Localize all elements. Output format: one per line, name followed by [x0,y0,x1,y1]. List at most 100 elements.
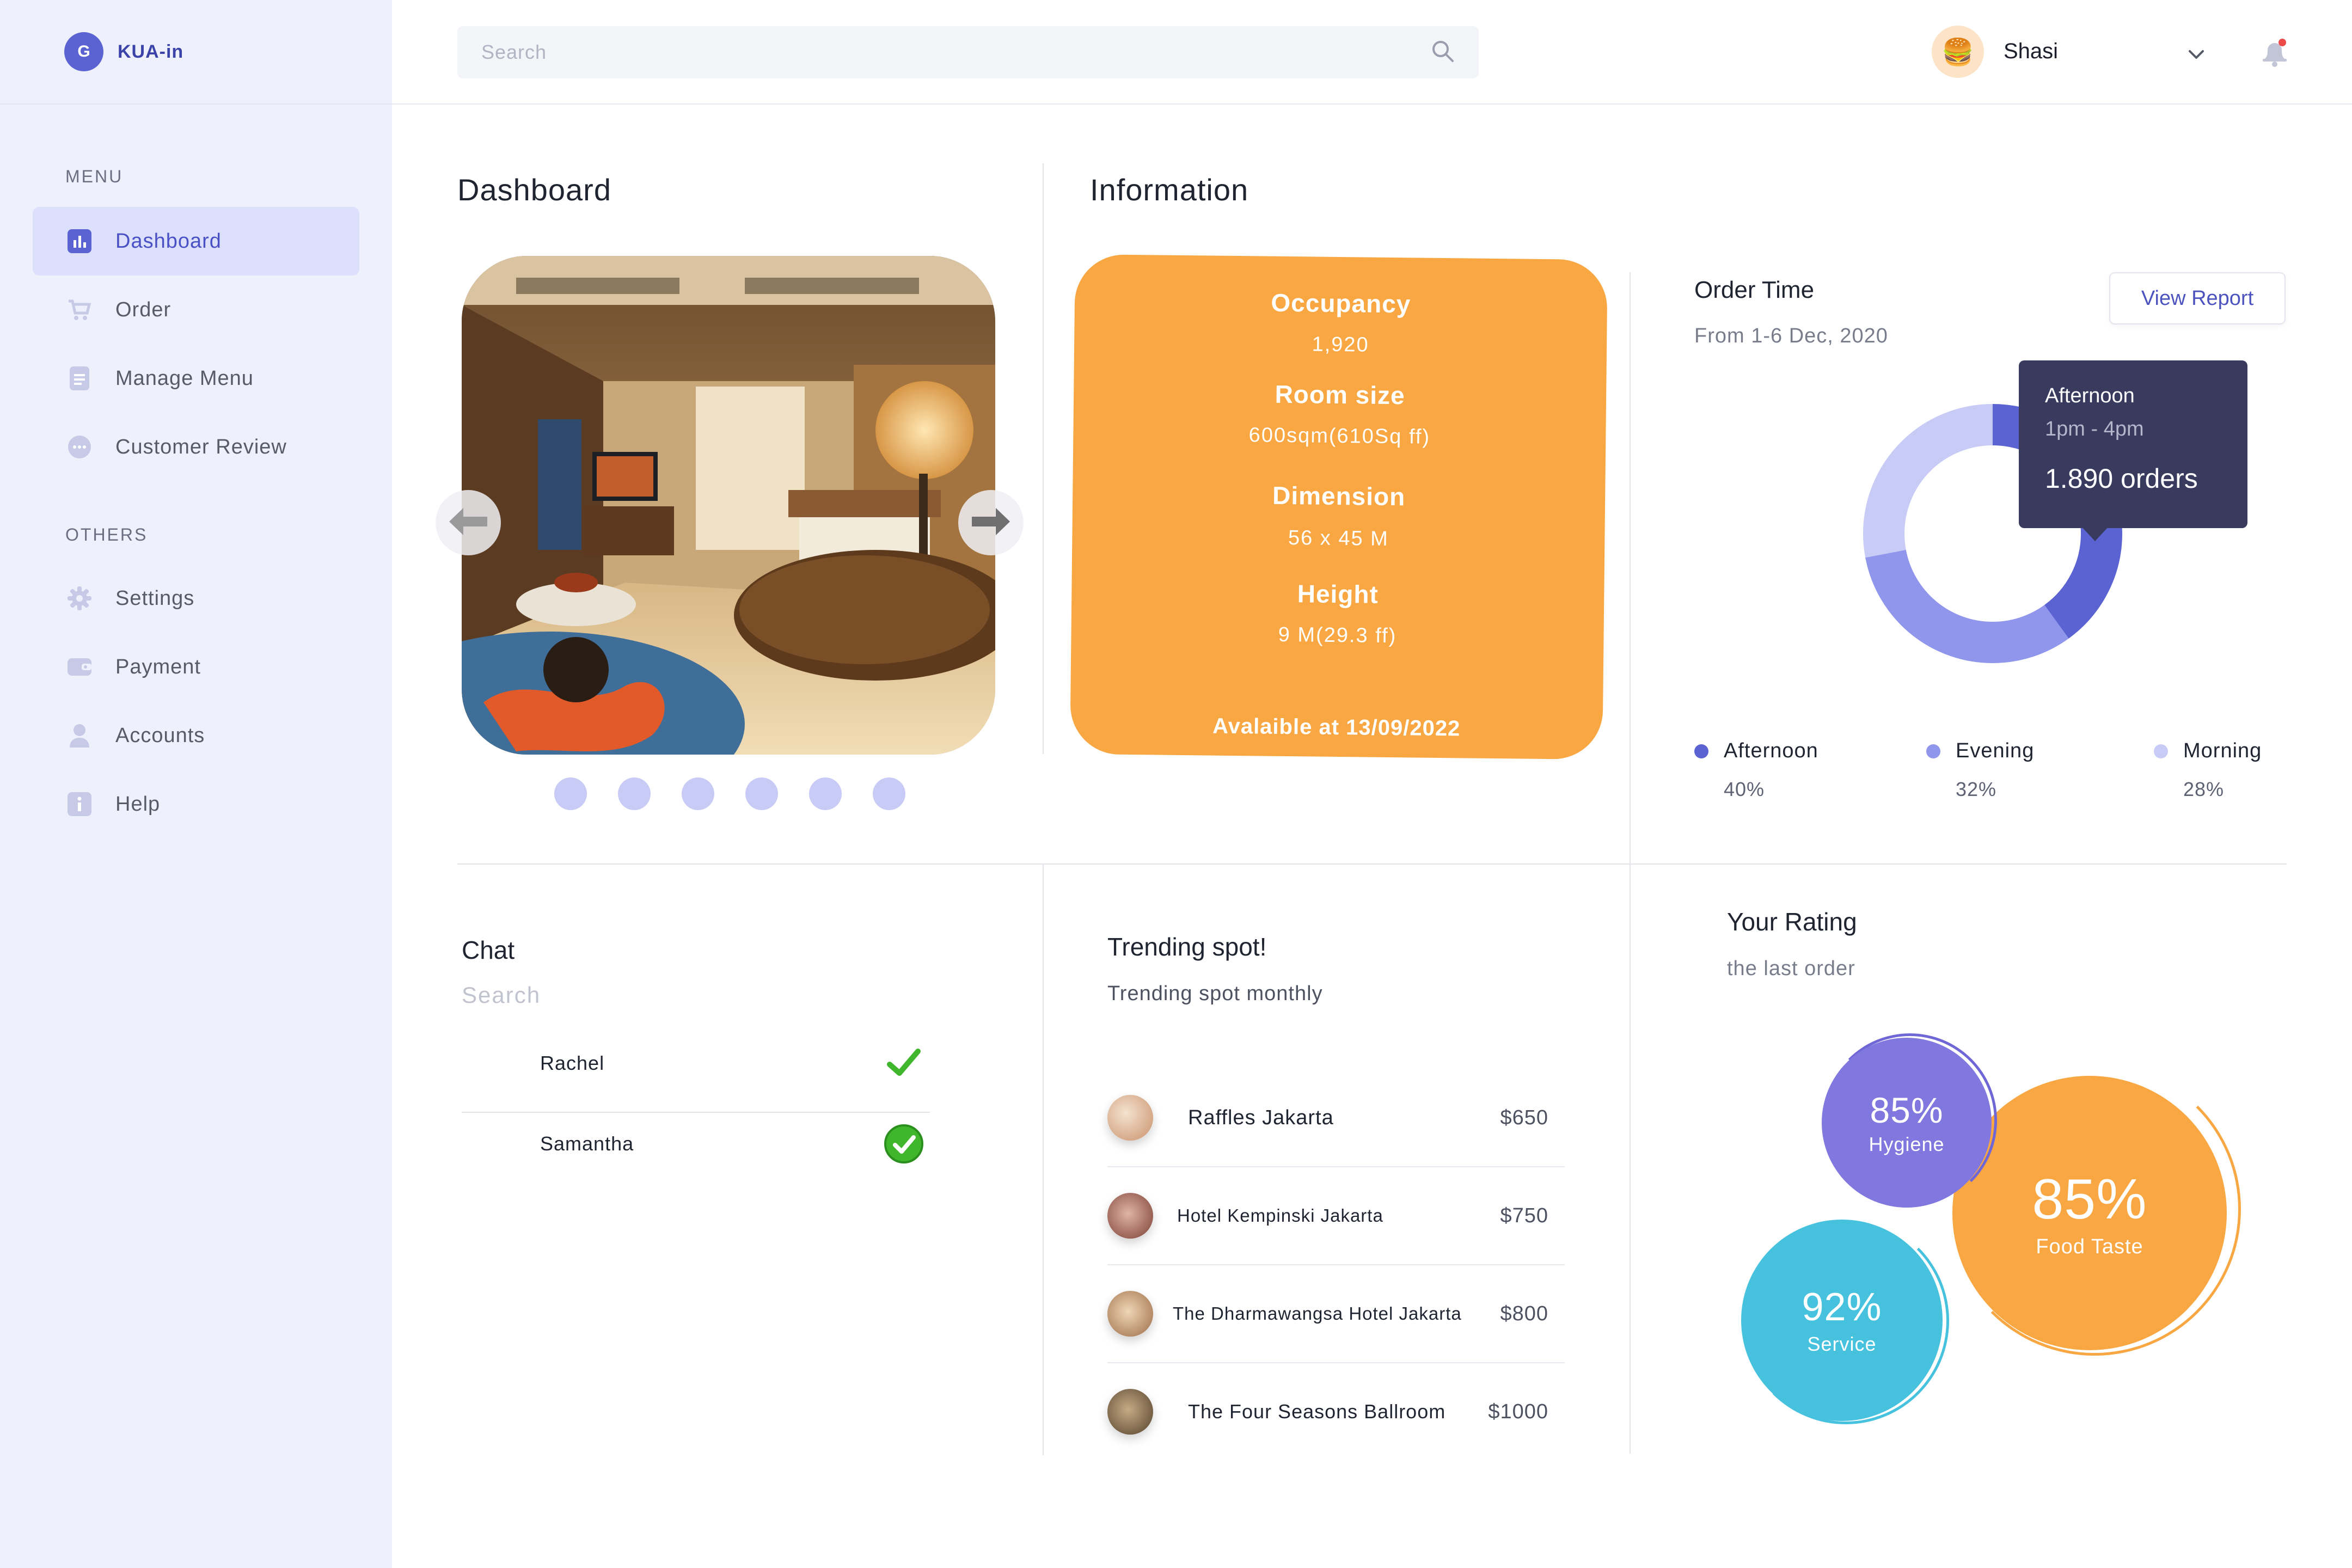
trending-row[interactable]: The Dharmawangsa Hotel Jakarta $800 [1107,1265,1565,1362]
user-name[interactable]: Shasi [2004,39,2058,64]
trending-thumbnail [1107,1095,1153,1141]
sidebar-item-label: Payment [115,655,201,678]
view-report-button[interactable]: View Report [2109,272,2286,324]
sidebar-item-manage-menu[interactable]: Manage Menu [33,344,359,413]
sidebar-item-dashboard[interactable]: Dashboard [33,207,359,275]
rating-title: Your Rating [1727,908,1857,936]
trending-price: $1000 [1488,1400,1548,1423]
availability-text: Avalaible at 13/09/2022 [1212,714,1461,741]
wallet-icon [68,655,91,679]
search-bar[interactable]: Search [457,26,1479,78]
sidebar-item-label: Manage Menu [115,366,254,390]
trending-subtitle: Trending spot monthly [1107,982,1323,1005]
trending-name: The Four Seasons Ballroom [1188,1400,1446,1423]
trending-row[interactable]: The Four Seasons Ballroom $1000 [1107,1363,1565,1460]
document-icon [68,366,91,390]
checkmark-icon [882,1042,926,1085]
rating-percent: 85% [2032,1168,2147,1231]
sidebar-item-label: Dashboard [115,229,222,253]
trending-price: $750 [1500,1204,1548,1227]
occupancy-label: Occupancy [1271,288,1411,318]
arrow-left-icon [449,507,487,538]
legend-dot [1694,744,1708,758]
legend-name: Evening [1956,739,2035,762]
rating-bubble-hygiene: 85% Hygiene [1822,1038,1992,1208]
carousel-dot[interactable] [745,777,778,810]
room-photo [462,256,995,755]
height-value: 9 M(29.3 ff) [1278,623,1397,648]
legend-dot [1926,744,1940,758]
brand-logo[interactable]: G KUA-in [64,31,183,72]
chat-contact-name: Rachel [540,1052,605,1074]
chat-title: Chat [462,936,515,964]
trending-row[interactable]: Raffles Jakarta $650 [1107,1069,1565,1166]
trending-title: Trending spot! [1107,933,1267,961]
trending-thumbnail [1107,1291,1153,1337]
carousel-dot[interactable] [873,777,905,810]
sidebar: G KUA-in MENU Dashboard Order Manage Men… [0,0,392,1568]
chevron-down-icon[interactable] [2184,42,2208,66]
sidebar-item-label: Help [115,792,161,816]
rating-percent: 92% [1802,1285,1882,1329]
trending-name: Hotel Kempinski Jakarta [1177,1205,1383,1226]
legend-evening: Evening 32% [1926,739,2034,801]
legend-afternoon: Afternoon 40% [1694,739,1818,801]
rating-bubble-service: 92% Service [1741,1220,1943,1421]
trending-price: $650 [1500,1106,1548,1129]
trending-row[interactable]: Hotel Kempinski Jakarta $750 [1107,1167,1565,1264]
sidebar-item-customer-review[interactable]: Customer Review [33,413,359,481]
carousel-dot[interactable] [554,777,587,810]
menu-section-label: MENU [65,167,124,186]
sidebar-item-accounts[interactable]: Accounts [33,701,359,770]
sidebar-divider [0,103,392,105]
carousel-prev-button[interactable] [436,490,501,555]
sidebar-item-order[interactable]: Order [33,275,359,344]
search-icon[interactable] [1431,39,1455,66]
rating-subtitle: the last order [1727,957,1855,980]
sidebar-item-settings[interactable]: Settings [33,564,359,633]
legend-name: Afternoon [1724,739,1818,762]
room-size-label: Room size [1275,379,1405,410]
user-icon [68,724,91,748]
legend-percent: 40% [1724,778,1765,800]
rating-label: Hygiene [1869,1133,1945,1155]
search-input[interactable]: Search [481,41,1431,64]
chat-contact[interactable]: Samantha [462,1103,930,1185]
chat-contact-name: Samantha [540,1132,634,1155]
cart-icon [68,298,91,322]
divider [1043,865,1044,1455]
chat-contact[interactable]: Rachel [462,1022,930,1104]
dimension-label: Dimension [1272,481,1406,511]
legend-dot [2154,744,2168,758]
check-circle-icon [882,1122,926,1166]
others-section-label: OTHERS [65,525,148,544]
carousel-dot[interactable] [682,777,714,810]
tooltip-pointer [2081,526,2109,541]
avatar[interactable]: 🍔 [1932,26,1984,78]
divider [1630,272,1631,1454]
sidebar-item-label: Accounts [115,724,205,747]
trending-name: The Dharmawangsa Hotel Jakarta [1173,1303,1462,1324]
page-title: Dashboard [457,173,611,207]
occupancy-value: 1,920 [1312,333,1369,357]
sidebar-item-payment[interactable]: Payment [33,633,359,701]
tooltip-title: Afternoon [2045,384,2135,407]
donut-tooltip: Afternoon 1pm - 4pm 1.890 orders [2019,360,2247,528]
arrow-right-icon [972,507,1010,538]
sidebar-item-help[interactable]: Help [33,770,359,838]
brand-name: KUA-in [118,41,184,62]
carousel-dot[interactable] [618,777,651,810]
carousel-dot[interactable] [809,777,842,810]
chart-bar-icon [68,229,91,253]
tooltip-time: 1pm - 4pm [2045,418,2144,440]
brand-badge: G [64,32,103,71]
rating-label: Service [1807,1333,1877,1355]
carousel-dots [554,777,905,810]
chat-search-input[interactable]: Search [462,982,541,1008]
divider [457,863,2287,865]
bell-icon[interactable] [2261,37,2289,68]
legend-morning: Morning 28% [2154,739,2262,801]
sidebar-item-label: Customer Review [115,435,287,458]
carousel-next-button[interactable] [958,490,1024,555]
info-icon [68,792,91,816]
